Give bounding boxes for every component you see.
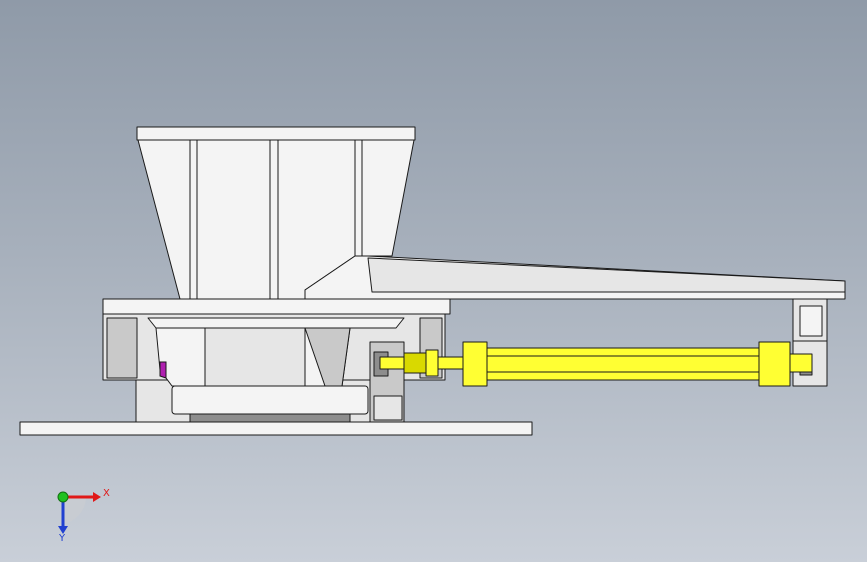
x-axis-label: X	[103, 488, 110, 499]
assembly-drawing: X Y	[19, 126, 846, 544]
right-bracket	[792, 298, 828, 387]
cad-viewport[interactable]: X Y	[0, 0, 867, 562]
mounting-plate	[102, 298, 451, 315]
origin-dot	[57, 491, 69, 503]
cylinder-mount	[369, 341, 405, 423]
coordinate-triad: X Y	[57, 488, 110, 544]
feed-chute	[304, 255, 846, 300]
accent-marker	[159, 361, 167, 379]
base-plate	[19, 421, 533, 436]
y-axis-label: Y	[58, 533, 66, 544]
